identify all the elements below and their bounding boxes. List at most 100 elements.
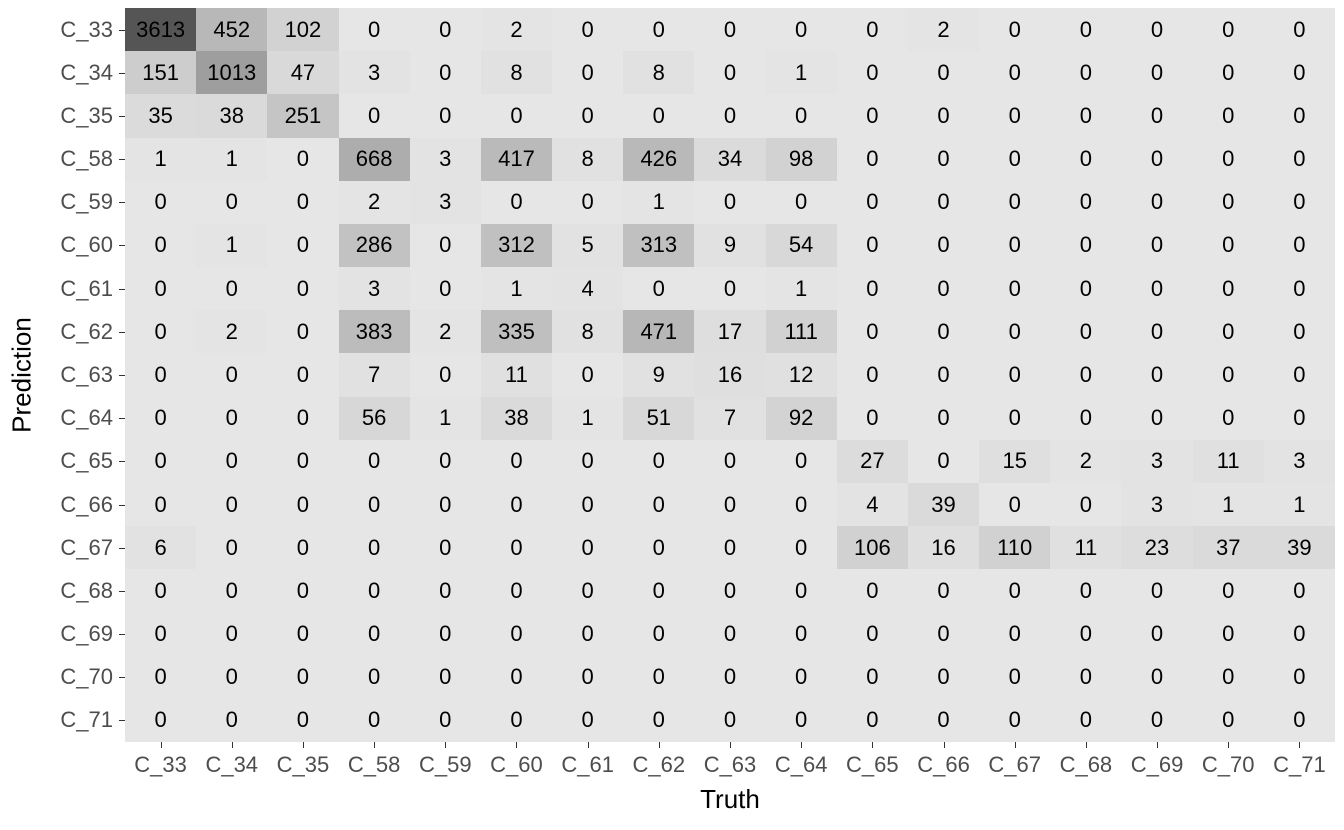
x-tick-mark: [872, 742, 873, 748]
heatmap-cell-value: 0: [1264, 94, 1335, 137]
heatmap-cell: 0: [1050, 8, 1121, 51]
heatmap-cell: 0: [1264, 51, 1335, 94]
heatmap-cell-value: 0: [267, 181, 338, 224]
y-tick-mark: [119, 591, 125, 592]
heatmap-cell: 2: [410, 310, 481, 353]
heatmap-cell: 0: [694, 526, 765, 569]
heatmap-cell-value: 0: [410, 569, 481, 612]
heatmap-cell: 37: [1193, 526, 1264, 569]
heatmap-cell-value: 1: [1193, 483, 1264, 526]
heatmap-cell-value: 0: [623, 612, 694, 655]
heatmap-cell-value: 0: [267, 397, 338, 440]
heatmap-cell: 106: [837, 526, 908, 569]
heatmap-cell-value: 0: [410, 8, 481, 51]
heatmap-cell: 1: [125, 138, 196, 181]
x-tick-mark: [1015, 742, 1016, 748]
heatmap-cell: 0: [1193, 51, 1264, 94]
y-tick-label: C_65: [60, 448, 113, 474]
x-tick-label: C_58: [348, 752, 401, 778]
heatmap-cell: 8: [623, 51, 694, 94]
heatmap-cell-value: 0: [837, 138, 908, 181]
heatmap-cell-value: 110: [979, 526, 1050, 569]
heatmap-cell-value: 7: [339, 353, 410, 396]
heatmap-cell-value: 0: [552, 569, 623, 612]
heatmap-cell-value: 0: [339, 656, 410, 699]
heatmap-cell-value: 0: [410, 699, 481, 742]
heatmap-cell: 0: [1264, 353, 1335, 396]
x-tick-label: C_64: [775, 752, 828, 778]
heatmap-cell: 35: [125, 94, 196, 137]
heatmap-cell-value: 0: [1050, 138, 1121, 181]
heatmap-cell: 0: [694, 94, 765, 137]
heatmap-cell-value: 0: [410, 94, 481, 137]
heatmap-cell: 0: [837, 267, 908, 310]
heatmap-cell: 0: [766, 94, 837, 137]
heatmap-cell-value: 0: [1264, 310, 1335, 353]
heatmap-cell: 0: [339, 483, 410, 526]
heatmap-cell-value: 0: [1121, 612, 1192, 655]
heatmap-cell-value: 9: [623, 353, 694, 396]
heatmap-cell-value: 0: [1050, 267, 1121, 310]
heatmap-cell-value: 0: [125, 353, 196, 396]
heatmap-cell-value: 0: [979, 267, 1050, 310]
heatmap-cell-value: 0: [1193, 94, 1264, 137]
heatmap-cell: 0: [1050, 397, 1121, 440]
heatmap-cell-value: 0: [837, 569, 908, 612]
heatmap-cell: 3: [1121, 440, 1192, 483]
heatmap-cell: 0: [766, 440, 837, 483]
heatmap-cell: 0: [552, 526, 623, 569]
heatmap-cell-value: 0: [196, 656, 267, 699]
heatmap-cell-value: 0: [694, 181, 765, 224]
heatmap-cell: 0: [410, 8, 481, 51]
heatmap-cell-value: 0: [908, 569, 979, 612]
heatmap-cell-value: 0: [267, 138, 338, 181]
heatmap-cell-value: 1013: [196, 51, 267, 94]
heatmap-cell: 0: [1050, 51, 1121, 94]
heatmap-cell: 0: [623, 267, 694, 310]
heatmap-cell: 0: [1121, 94, 1192, 137]
heatmap-cell: 0: [837, 569, 908, 612]
heatmap-cell-value: 0: [1264, 181, 1335, 224]
heatmap-cell-value: 4: [837, 483, 908, 526]
heatmap-cell-value: 0: [552, 51, 623, 94]
heatmap-cell-value: 0: [552, 526, 623, 569]
heatmap-cell: 0: [766, 612, 837, 655]
heatmap-cell-value: 0: [1193, 353, 1264, 396]
y-tick-label: C_66: [60, 492, 113, 518]
heatmap-cell-value: 38: [196, 94, 267, 137]
heatmap-cell: 0: [837, 51, 908, 94]
heatmap-cell-value: 0: [410, 51, 481, 94]
heatmap-cell: 0: [623, 569, 694, 612]
heatmap-cell-value: 0: [196, 181, 267, 224]
heatmap-cell-value: 1: [196, 224, 267, 267]
heatmap-cell-value: 0: [908, 267, 979, 310]
heatmap-cell-value: 0: [908, 138, 979, 181]
heatmap-cell: 0: [1121, 699, 1192, 742]
heatmap-cell: 0: [481, 526, 552, 569]
heatmap-cell: 0: [1121, 656, 1192, 699]
y-tick-label: C_68: [60, 578, 113, 604]
heatmap-cell: 0: [694, 440, 765, 483]
heatmap-cell-value: 0: [481, 440, 552, 483]
heatmap-cell: 0: [267, 224, 338, 267]
heatmap-cell: 0: [1121, 569, 1192, 612]
heatmap-cell-value: 0: [1050, 94, 1121, 137]
heatmap-cell: 2: [908, 8, 979, 51]
heatmap-cell-value: 0: [481, 526, 552, 569]
heatmap-cell-value: 98: [766, 138, 837, 181]
heatmap-cell-value: 0: [1121, 569, 1192, 612]
heatmap-cell: 39: [908, 483, 979, 526]
heatmap-cell-value: 0: [1193, 310, 1264, 353]
heatmap-cell: 0: [410, 612, 481, 655]
heatmap-cell: 3: [410, 181, 481, 224]
heatmap-cell-value: 0: [1264, 138, 1335, 181]
heatmap-cell: 0: [1264, 94, 1335, 137]
heatmap-cell-value: 0: [481, 656, 552, 699]
heatmap-cell: 0: [837, 181, 908, 224]
heatmap-cell: 2: [481, 8, 552, 51]
heatmap-cell-value: 0: [837, 51, 908, 94]
heatmap-cell-value: 0: [837, 267, 908, 310]
heatmap-cell: 0: [1050, 612, 1121, 655]
heatmap-cell: 0: [694, 267, 765, 310]
heatmap-cell: 0: [837, 310, 908, 353]
